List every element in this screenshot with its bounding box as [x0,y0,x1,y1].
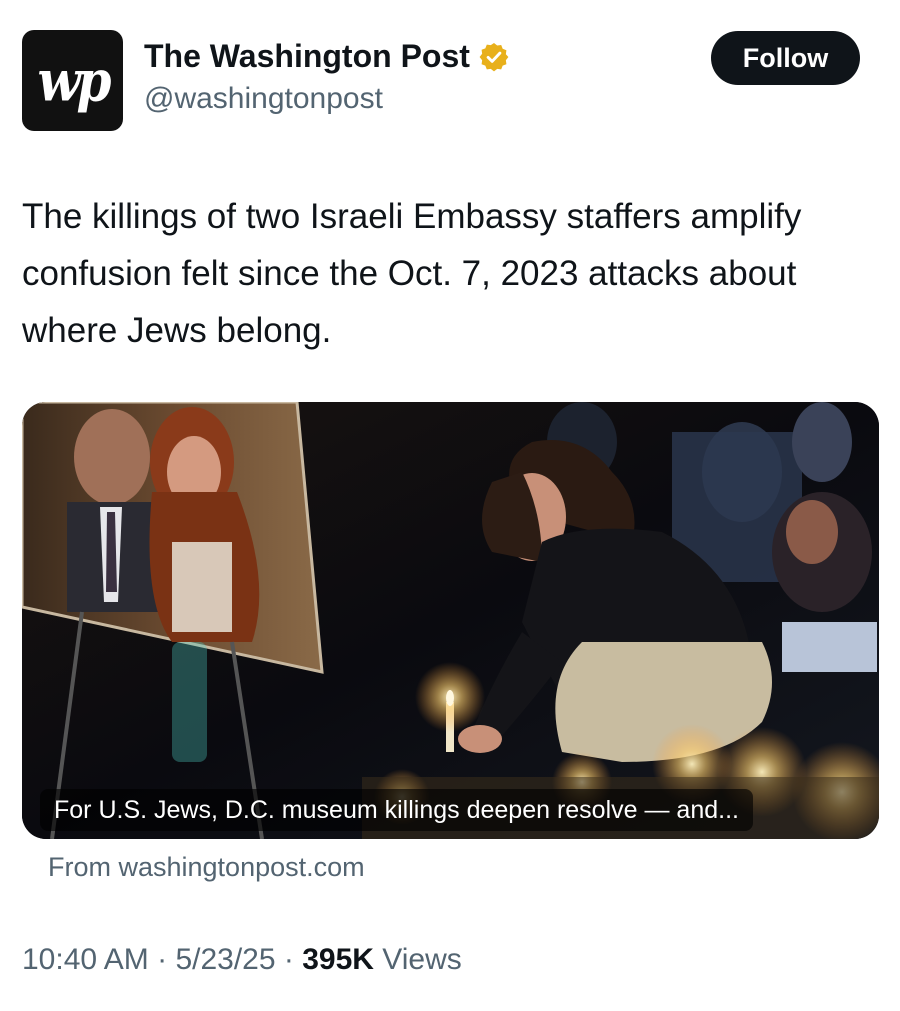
tweet-date[interactable]: 5/23/25 [175,943,275,977]
follow-button[interactable]: Follow [711,31,860,85]
views-count: 395K [302,943,374,976]
display-name[interactable]: The Washington Post [144,38,470,75]
account-name-row[interactable]: The Washington Post [144,38,510,75]
link-card[interactable]: For U.S. Jews, D.C. museum killings deep… [22,402,879,839]
tweet-text: The killings of two Israeli Embassy staf… [22,197,802,350]
meta-separator: · [275,943,303,976]
meta-separator: · [148,943,176,976]
account-handle[interactable]: @washingtonpost [144,82,383,116]
vigil-photo [22,402,879,839]
avatar[interactable]: wp [22,30,123,131]
link-card-source[interactable]: From washingtonpost.com [48,852,365,883]
views-label: Views [373,943,462,976]
avatar-logo: wp [37,46,111,115]
verified-badge-icon [478,41,510,73]
tweet-time[interactable]: 10:40 AM [22,943,149,977]
tweet-meta: 10:40 AM · 5/23/25 · 395K Views [22,943,462,977]
link-card-title[interactable]: For U.S. Jews, D.C. museum killings deep… [40,789,753,831]
